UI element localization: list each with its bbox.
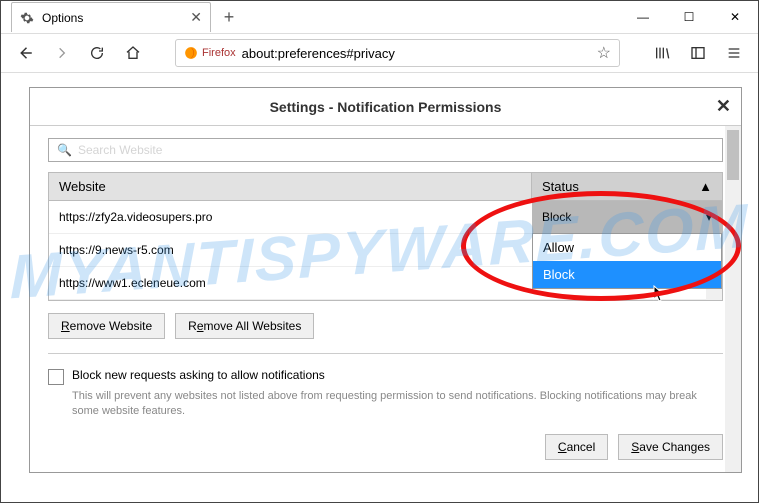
block-new-requests-checkbox[interactable] <box>48 369 64 385</box>
minimize-button[interactable]: — <box>620 1 666 33</box>
column-website[interactable]: Website <box>49 173 532 200</box>
home-icon <box>125 45 141 61</box>
library-button[interactable] <box>648 39 676 67</box>
column-status[interactable]: Status ▲ <box>532 173 722 200</box>
menu-button[interactable] <box>720 39 748 67</box>
back-button[interactable] <box>11 39 39 67</box>
chevron-down-icon: ▾ <box>706 210 712 224</box>
reload-button[interactable] <box>83 39 111 67</box>
sidebar-icon <box>690 45 706 61</box>
close-tab-icon[interactable]: ✕ <box>190 9 202 26</box>
hamburger-icon <box>726 45 742 61</box>
dialog-scrollbar[interactable] <box>725 126 741 472</box>
permissions-table: Website Status ▲ https://zfy2a.videosupe… <box>48 172 723 301</box>
reload-icon <box>89 45 105 61</box>
dropdown-option-allow[interactable]: Allow <box>533 234 721 261</box>
website-cell: https://9.news-r5.com <box>49 234 532 266</box>
url-bar[interactable]: Firefox ☆ <box>175 39 620 67</box>
status-dropdown-menu: Allow Block <box>532 233 722 289</box>
sort-indicator-icon: ▲ <box>699 179 712 194</box>
dropdown-option-block[interactable]: Block <box>533 261 721 288</box>
checkbox-label: Block new requests asking to allow notif… <box>72 368 325 382</box>
remove-website-button[interactable]: Remove Website <box>48 313 165 339</box>
url-input[interactable] <box>242 46 591 61</box>
notification-permissions-dialog: Settings - Notification Permissions ✕ 🔍 … <box>29 87 742 473</box>
gear-icon <box>20 11 34 25</box>
library-icon <box>654 45 670 61</box>
table-row[interactable]: https://zfy2a.videosupers.pro Block ▾ Al… <box>49 201 722 234</box>
close-window-button[interactable]: ✕ <box>712 1 758 33</box>
tab-title: Options <box>42 11 83 25</box>
search-icon: 🔍 <box>57 143 72 157</box>
website-cell: https://www1.ecleneue.com <box>49 267 532 299</box>
firefox-icon <box>184 46 198 60</box>
remove-all-websites-button[interactable]: Remove All Websites <box>175 313 314 339</box>
sidebar-button[interactable] <box>684 39 712 67</box>
dialog-close-button[interactable]: ✕ <box>716 96 731 117</box>
firefox-badge: Firefox <box>184 46 236 60</box>
arrow-left-icon <box>16 44 34 62</box>
home-button[interactable] <box>119 39 147 67</box>
status-dropdown[interactable]: Block ▾ <box>532 201 722 233</box>
forward-button[interactable] <box>47 39 75 67</box>
maximize-button[interactable]: ☐ <box>666 1 712 33</box>
save-changes-button[interactable]: Save Changes <box>618 434 723 460</box>
new-tab-button[interactable]: + <box>217 7 241 28</box>
bookmark-star-icon[interactable]: ☆ <box>597 43 611 63</box>
help-text: This will prevent any websites not liste… <box>72 389 723 420</box>
dialog-title: Settings - Notification Permissions <box>270 99 502 115</box>
search-website-input[interactable]: 🔍 Search Website <box>48 138 723 162</box>
cancel-button[interactable]: Cancel <box>545 434 608 460</box>
arrow-right-icon <box>53 45 69 61</box>
browser-tab[interactable]: Options ✕ <box>11 2 211 32</box>
website-cell: https://zfy2a.videosupers.pro <box>49 201 532 233</box>
